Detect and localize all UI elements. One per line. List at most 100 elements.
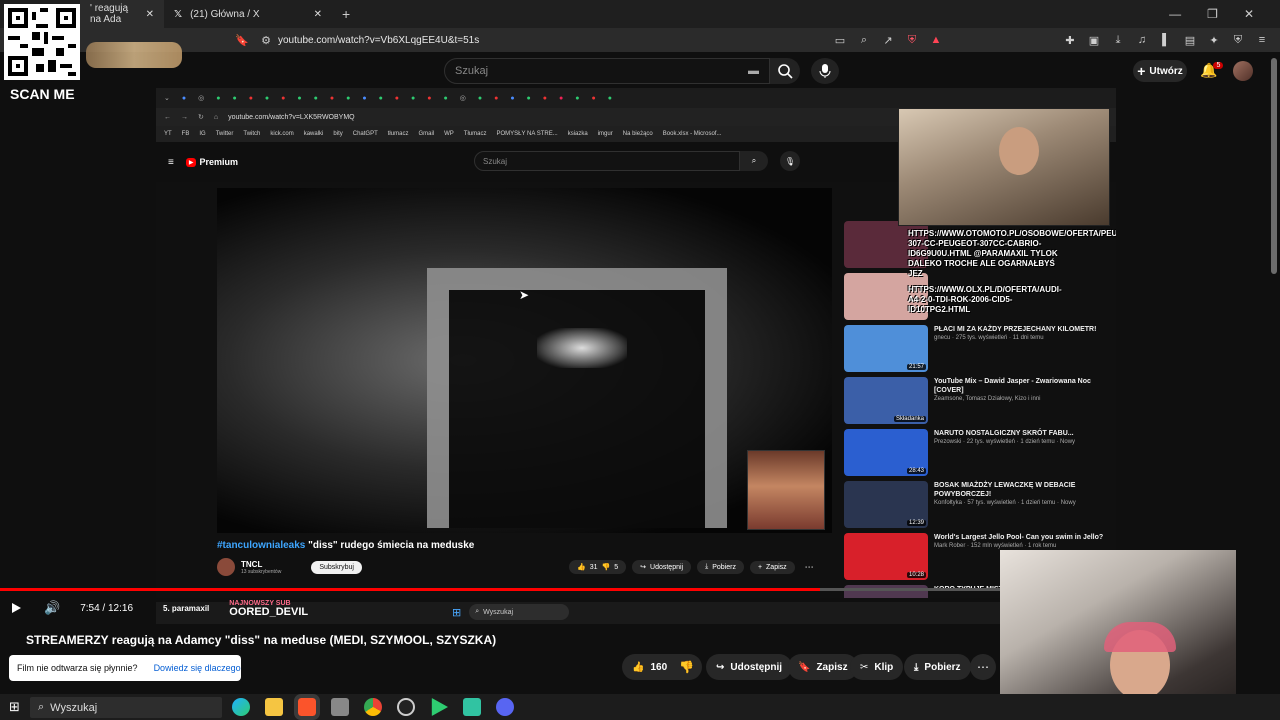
bookmark-item[interactable]: YT (164, 131, 172, 137)
extensions-icon[interactable]: ✚ (1062, 32, 1078, 48)
taskbar-search[interactable]: ⌕ Wyszukaj (30, 697, 222, 718)
channel-name[interactable]: TNCL (241, 560, 281, 569)
close-icon[interactable]: ✕ (146, 9, 154, 20)
recommendation-thumbnail[interactable]: 21:57 (844, 325, 928, 372)
new-tab-icon[interactable]: + (342, 6, 350, 22)
inner-share-button[interactable]: ↪ Udostępnij (632, 560, 692, 574)
url-field[interactable]: youtube.com/watch?v=Vb6XLqgEE4U&t=51s (278, 35, 479, 46)
reload-icon[interactable]: ↻ (198, 113, 204, 121)
edge-icon[interactable] (232, 698, 250, 716)
downloads-icon[interactable]: ⤓ (1110, 32, 1126, 48)
bookmark-item[interactable]: kick.com (270, 131, 293, 137)
download-button[interactable]: ⤓ Pobierz (904, 654, 971, 680)
inner-download-button[interactable]: ⤓ Pobierz (697, 560, 744, 574)
keyboard-icon[interactable]: ▬ (748, 65, 759, 77)
discord-icon[interactable] (496, 698, 514, 716)
minimize-icon[interactable]: — (1169, 7, 1181, 21)
windows-logo-icon[interactable]: ⊞ (452, 606, 461, 619)
share-button[interactable]: ↪ Udostępnij (706, 654, 793, 680)
recommendation-item[interactable]: 28:43 NARUTO NOSTALGICZNY SKRÓT FABU... Pr… (844, 429, 1114, 479)
inner-video-player[interactable]: ➤ (217, 188, 832, 533)
save-button[interactable]: 🔖 Zapisz (788, 654, 858, 680)
recommendation-thumbnail[interactable]: 12:39 (844, 481, 928, 528)
bookmark-item[interactable]: tłumacz (388, 131, 409, 137)
subscribe-button[interactable]: Subskrybuj (311, 560, 362, 574)
more-actions-button[interactable]: ⋯ (970, 654, 996, 680)
bookmark-item[interactable]: Na bieżąco (623, 131, 653, 137)
bookmark-item[interactable]: imgur (598, 131, 613, 137)
voice-search-button[interactable] (811, 58, 839, 84)
back-icon[interactable]: ← (164, 114, 171, 121)
music-icon[interactable]: ♫ (1134, 32, 1150, 48)
hashtag-link[interactable]: #tanculownialeaks (217, 540, 305, 551)
recommendation-item[interactable]: 21:57 PŁACI MI ZA KAŻDY PRZEJECHANY KILOM… (844, 325, 1114, 375)
bookmark-item[interactable]: bity (333, 131, 342, 137)
streamlabs-icon[interactable] (463, 698, 481, 716)
recommendation-item[interactable]: 12:39 BOSAK MIAŻDŻY LEWACZKĘ W DEBACIE PO… (844, 481, 1114, 531)
bookmark-item[interactable]: ChatGPT (353, 131, 378, 137)
inner-taskbar-search[interactable]: ⌕ Wyszukaj (469, 604, 570, 620)
recommendation-title[interactable]: PŁACI MI ZA KAŻDY PRZEJECHANY KILOMETR! (934, 325, 1109, 334)
windows-logo-icon[interactable]: ⊞ (9, 699, 20, 715)
play-app-icon[interactable] (431, 698, 448, 716)
recommendation-title[interactable]: World's Largest Jello Pool- Can you swim… (934, 533, 1109, 542)
bookmark-item[interactable]: kawalki (304, 131, 324, 137)
app-icon[interactable] (331, 698, 349, 716)
bookmark-icon[interactable]: 🔖 (234, 32, 250, 48)
inner-search-button[interactable]: ⌕ (740, 151, 768, 171)
search-button[interactable] (770, 58, 800, 84)
bookmark-item[interactable]: Twitch (243, 131, 260, 137)
recommendation-thumbnail[interactable] (844, 585, 928, 598)
recommendation-item[interactable]: Składanka YouTube Mix – Dawid Jasper - Zw… (844, 377, 1114, 427)
bookmark-item[interactable]: Book.xlsx - Microsof... (663, 131, 722, 137)
search-input[interactable]: Szukaj ▬ (444, 58, 770, 84)
like-button[interactable]: 👍 160 (622, 662, 667, 673)
recommendation-thumbnail[interactable]: Składanka (844, 377, 928, 424)
bookmark-item[interactable]: FB (182, 131, 190, 137)
tab-x[interactable]: 𝕏 (21) Główna / X ✕ (164, 0, 332, 28)
obs-icon[interactable] (397, 698, 415, 716)
menu-icon[interactable]: ≡ (1254, 32, 1270, 48)
site-settings-icon[interactable]: ⚙ (258, 32, 274, 48)
recommendation-thumbnail[interactable]: 10:28 (844, 533, 928, 580)
recommendation-title[interactable]: NARUTO NOSTALGICZNY SKRÓT FABU... (934, 429, 1109, 438)
scrollbar[interactable] (1271, 58, 1277, 274)
recommendation-thumbnail[interactable]: 28:43 (844, 429, 928, 476)
close-window-icon[interactable]: ✕ (1244, 7, 1254, 21)
bookmark-item[interactable]: WP (444, 131, 454, 137)
channel-avatar[interactable] (217, 558, 235, 576)
screenshot-icon[interactable]: ▣ (1086, 32, 1102, 48)
share-icon[interactable]: ↗ (880, 32, 896, 48)
bookmark-item[interactable]: Tłumacz (464, 131, 487, 137)
restore-icon[interactable]: ❐ (1207, 7, 1218, 21)
vpn-icon[interactable]: ⛨ (1230, 32, 1246, 48)
brave-rewards-icon[interactable]: ▲ (928, 32, 944, 48)
recommendation-title[interactable]: BOSAK MIAŻDŻY LEWACZKĘ W DEBACIE POWYBOR… (934, 481, 1109, 499)
play-icon[interactable] (10, 602, 22, 614)
bookmark-item[interactable]: POMYSŁY NA STRE... (496, 131, 557, 137)
volume-icon[interactable]: 🔊 (44, 600, 60, 616)
brave-shield-icon[interactable]: ⛨ (904, 32, 920, 48)
create-button[interactable]: + Utwórz (1133, 60, 1187, 82)
menu-icon[interactable]: ≡ (168, 157, 174, 168)
forward-icon[interactable]: → (181, 114, 188, 121)
inner-like-button[interactable]: 👍 31 👎 5 (569, 560, 627, 574)
inner-mic-button[interactable]: 🎙 (780, 151, 800, 171)
inner-url[interactable]: youtube.com/watch?v=LXK5RWOBYMQ (228, 114, 355, 121)
bookmark-item[interactable]: IG (199, 131, 205, 137)
avatar[interactable] (1233, 61, 1253, 81)
file-explorer-icon[interactable] (265, 698, 283, 716)
sidebar-icon[interactable]: ▌ (1158, 32, 1174, 48)
leo-icon[interactable]: ✦ (1206, 32, 1222, 48)
chrome-icon[interactable] (364, 698, 382, 716)
more-icon[interactable]: ⋯ (805, 562, 814, 573)
bookmark-item[interactable]: Gmail (418, 131, 434, 137)
bookmark-item[interactable]: Twitter (216, 131, 234, 137)
inner-save-button[interactable]: + Zapisz (749, 560, 795, 574)
clip-button[interactable]: ✂ Klip (850, 654, 904, 680)
home-icon[interactable]: ⌂ (214, 114, 218, 121)
chapter-label[interactable]: 5. paramaxil (163, 604, 209, 613)
close-icon[interactable]: ✕ (314, 9, 322, 20)
notifications-button[interactable]: 🔔 5 (1200, 62, 1224, 79)
stream-video[interactable]: ⌄ ● ◎ ● ● ● ● ● ● ● ● ● ● ● ● ● ● ● ◎ ● ● ● ● ● ● ● ● ● ← → ↻ ⌂ youtub… (156, 88, 1116, 598)
